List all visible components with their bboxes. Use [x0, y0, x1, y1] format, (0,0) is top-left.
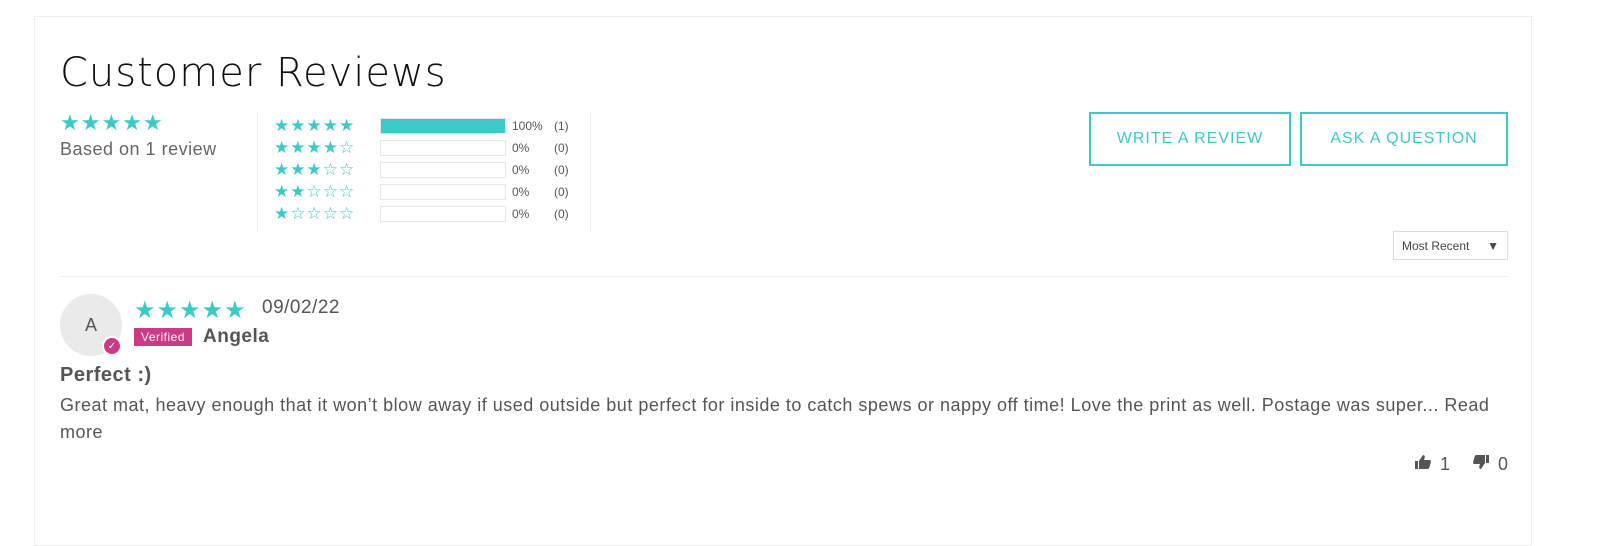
histogram-percent: 0%	[512, 185, 530, 199]
histogram-percent: 0%	[512, 207, 530, 221]
divider	[60, 276, 1508, 277]
review-stars: ★★★★★	[134, 297, 247, 324]
histogram-stars: ★★☆☆☆	[274, 182, 356, 201]
write-review-button[interactable]: WRITE A REVIEW	[1089, 112, 1291, 166]
histogram-percent: 0%	[512, 141, 530, 155]
histogram-bar	[380, 206, 506, 222]
histogram-row-2[interactable]: ★★☆☆☆ 0% (0)	[274, 182, 569, 202]
page-title: Customer Reviews	[60, 50, 447, 96]
histogram-row-5[interactable]: ★★★★★ 100% (1)	[274, 116, 569, 136]
histogram-bar-fill	[381, 119, 505, 133]
histogram-stars: ★☆☆☆☆	[274, 204, 356, 223]
histogram-percent: 0%	[512, 163, 530, 177]
histogram-stars: ★★★☆☆	[274, 160, 356, 179]
rating-summary: ★★★★★ Based on 1 review	[60, 112, 217, 160]
histogram-stars: ★★★★★	[274, 116, 356, 135]
verified-badge: Verified	[134, 328, 193, 346]
histogram-bar	[380, 184, 506, 200]
review-count-text: Based on 1 review	[60, 139, 217, 159]
avatar-initial: A	[84, 314, 97, 335]
thumbs-up-icon[interactable]	[1414, 454, 1432, 475]
histogram-count: (1)	[554, 119, 569, 133]
chevron-down-icon: ▼	[1487, 238, 1499, 253]
histogram-bar	[380, 140, 506, 156]
ask-question-button[interactable]: ASK A QUESTION	[1300, 112, 1508, 166]
histogram-row-4[interactable]: ★★★★☆ 0% (0)	[274, 138, 569, 158]
review-date: 09/02/22	[262, 297, 340, 318]
sort-select[interactable]: Most Recent ▼	[1393, 231, 1508, 260]
sort-selected-label: Most Recent	[1402, 238, 1470, 253]
histogram-row-1[interactable]: ★☆☆☆☆ 0% (0)	[274, 204, 569, 224]
avatar: A ✓	[60, 294, 122, 356]
review-author: Angela	[203, 326, 270, 347]
histogram-percent: 100%	[512, 119, 543, 133]
thumbs-down-count: 0	[1497, 454, 1508, 474]
rating-histogram: ★★★★★ 100% (1) ★★★★☆ 0% (0) ★★★☆☆ 0% (0)…	[257, 112, 591, 232]
histogram-bar	[380, 118, 506, 134]
histogram-count: (0)	[554, 141, 569, 155]
histogram-count: (0)	[554, 163, 569, 177]
check-icon: ✓	[102, 336, 122, 356]
average-rating-stars: ★★★★★	[60, 110, 164, 135]
review-votes: 1 0	[1414, 454, 1508, 475]
histogram-count: (0)	[554, 207, 569, 221]
histogram-row-3[interactable]: ★★★☆☆ 0% (0)	[274, 160, 569, 180]
histogram-stars: ★★★★☆	[274, 138, 356, 157]
histogram-count: (0)	[554, 185, 569, 199]
thumbs-up-count: 1	[1439, 454, 1450, 474]
review-title: Perfect :)	[60, 364, 152, 386]
thumbs-down-icon[interactable]	[1472, 454, 1490, 475]
histogram-bar	[380, 162, 506, 178]
review-body-text: Great mat, heavy enough that it won’t bl…	[60, 395, 1439, 415]
review-body: Great mat, heavy enough that it won’t bl…	[60, 392, 1508, 446]
